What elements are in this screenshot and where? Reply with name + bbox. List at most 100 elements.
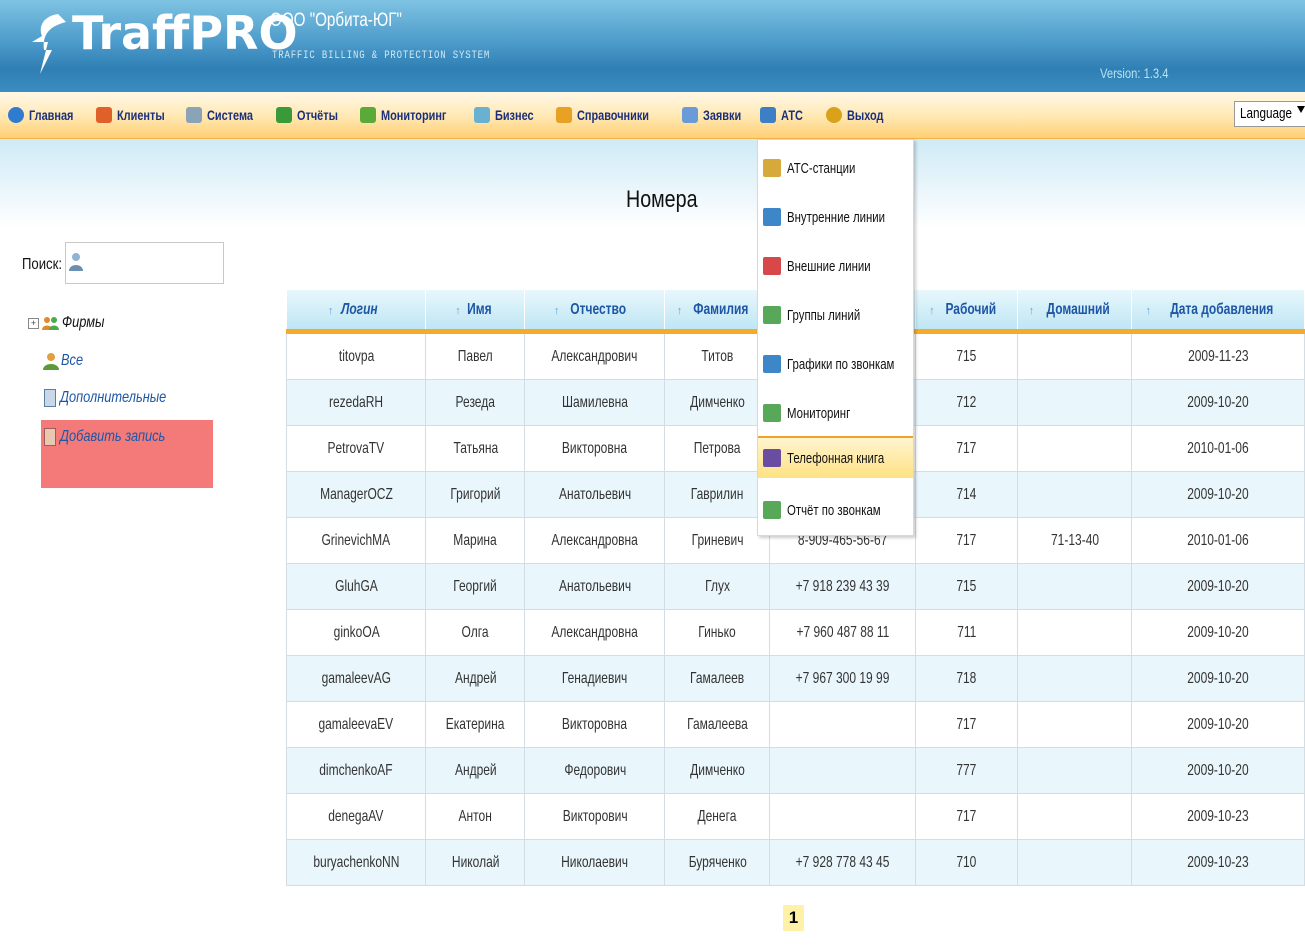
dropdown-item-6[interactable]: Телефонная книга [758,436,913,478]
table-cell: +7 918 239 43 39 [769,563,917,610]
column-header[interactable]: ↑ Рабочий [915,290,1019,334]
table-cell: Татьяна [425,425,526,472]
language-select[interactable]: Language [1234,101,1305,127]
cell-value: Димченко [689,393,745,411]
table-row[interactable]: denegaAV Антон Викторович Денега 717 2009-10-… [285,793,1305,840]
add-document-icon [44,428,56,446]
table-row[interactable]: GluhGA Георгий Анатольевич Глух +7 918 239 4… [285,563,1305,610]
cell-value: ginkoOA [333,623,380,641]
cell-value: 717 [956,807,977,825]
dropdown-item-label: Мониторинг [787,404,851,422]
menu-item-7[interactable]: Заявки [682,103,752,127]
dropdown-item-5[interactable]: Мониторинг [758,397,913,429]
cell-value: Федорович [563,761,626,779]
dropdown-item-1[interactable]: Внутренние линии [758,201,913,233]
menu-item-6[interactable]: Справочники [556,103,669,127]
column-header[interactable]: ↑ Дата добавления [1131,290,1305,334]
column-header-label: Отчество [570,300,627,318]
dropdown-item-3[interactable]: Группы линий [758,299,913,331]
cell-value: +7 967 300 19 99 [795,669,890,687]
table-cell: Шамилевна [524,379,666,426]
cell-value: Гамалеев [690,669,745,687]
table-cell: Олга [425,609,526,656]
table-cell: Антон [425,793,526,840]
table-row[interactable]: gamaleevaEV Екатерина Викторовна Гамалеева 7… [285,701,1305,748]
sort-arrow-icon: ↑ [929,304,935,317]
expand-icon[interactable]: + [28,317,39,329]
table-cell [1017,655,1133,702]
column-header[interactable]: ↑ Имя [425,290,526,334]
table-cell: +7 928 778 43 45 [769,839,917,886]
sort-arrow-icon: ↑ [327,304,334,317]
tree-item-all[interactable]: Все [42,352,89,370]
column-header[interactable]: ↑ Домашний [1017,290,1133,334]
dropdown-item-0[interactable]: АТС-станции [758,152,913,184]
menu-item-9[interactable]: Выход [826,103,894,127]
cell-value: +7 928 778 43 45 [795,853,890,871]
users-icon [42,352,60,370]
cell-value: 710 [956,853,977,871]
menu-item-5[interactable]: Бизнес [474,103,544,127]
table-cell [769,793,917,840]
page-1-button[interactable]: 1 [783,905,804,931]
menu-item-2[interactable]: Система [186,103,266,127]
menu-item-1[interactable]: Клиенты [96,103,178,127]
column-header[interactable]: ↑ Фамилия [664,290,771,334]
table-cell: Федорович [524,747,666,794]
cell-value: Резеда [455,393,496,411]
table-cell: 711 [915,609,1019,656]
cell-value: Николай [451,853,500,871]
cell-value: Александрович [551,347,638,365]
table-row[interactable]: buryachenkoNN Николай Николаевич Буряченко +… [285,839,1305,886]
tree-root-firms[interactable]: + Фирмы [28,314,115,332]
dropdown-item-4[interactable]: Графики по звонкам [758,348,913,380]
search-input[interactable] [65,242,224,284]
dropdown-item-label: АТС-станции [787,159,856,177]
table-row[interactable]: gamaleevAG Андрей Генадиевич Гамалеев +7 967… [285,655,1305,702]
table-cell: Анатольевич [524,471,666,518]
cell-value: Олга [461,623,489,641]
table-cell: Генадиевич [524,655,666,702]
cell-value: Григорий [450,485,501,503]
cell-value: 2009-11-23 [1187,347,1249,365]
column-header-label: Рабочий [945,300,996,318]
table-cell: Буряченко [664,839,771,886]
dropdown-item-label: Отчёт по звонкам [787,501,881,519]
table-cell: 2009-10-20 [1131,379,1305,426]
tree-item-add-record[interactable]: Добавить запись [44,428,192,446]
table-row[interactable]: ginkoOA Олга Александровна Гинько +7 960 487… [285,609,1305,656]
table-cell: 2009-10-20 [1131,655,1305,702]
language-select-value: Language [1240,105,1293,122]
table-cell: 2010-01-06 [1131,517,1305,564]
phone-station-icon [760,107,776,123]
cell-value: 711 [957,623,977,641]
column-header[interactable]: ↑ Отчество [524,290,666,334]
table-cell: Александровна [524,609,666,656]
sort-arrow-icon: ↑ [553,304,560,317]
table-cell: denegaAV [285,793,427,840]
table-cell [1017,839,1133,886]
table-cell: Георгий [425,563,526,610]
dropdown-item-label: Группы линий [787,306,861,324]
tree-item-additional[interactable]: Дополнительные [44,389,193,407]
table-row[interactable]: dimchenkoAF Андрей Федорович Димченко 777 200… [285,747,1305,794]
cell-value: ManagerOCZ [319,485,393,503]
tree-root-label: Фирмы [62,314,105,331]
menu-item-label: Главная [29,107,74,123]
cell-value: GluhGA [334,577,378,595]
sort-arrow-icon: ↑ [1145,304,1152,317]
menu-item-0[interactable]: Главная [8,103,86,127]
sort-arrow-icon: ↑ [1028,304,1035,317]
dropdown-item-7[interactable]: Отчёт по звонкам [758,494,913,526]
table-cell: 2009-10-23 [1131,793,1305,840]
app-header: TraffPRO ООО "Орбита-ЮГ" TRAFFIC BILLING… [0,0,1305,92]
table-cell: 717 [915,517,1019,564]
menu-item-8[interactable]: АТС [760,103,809,127]
dropdown-item-2[interactable]: Внешние линии [758,250,913,282]
table-cell: dimchenkoAF [285,747,427,794]
cell-value: Викторовна [562,715,628,733]
phone-menu-icon [763,355,781,373]
menu-item-4[interactable]: Мониторинг [360,103,465,127]
column-header[interactable]: ↑ Логин [286,290,427,334]
menu-item-3[interactable]: Отчёты [276,103,349,127]
